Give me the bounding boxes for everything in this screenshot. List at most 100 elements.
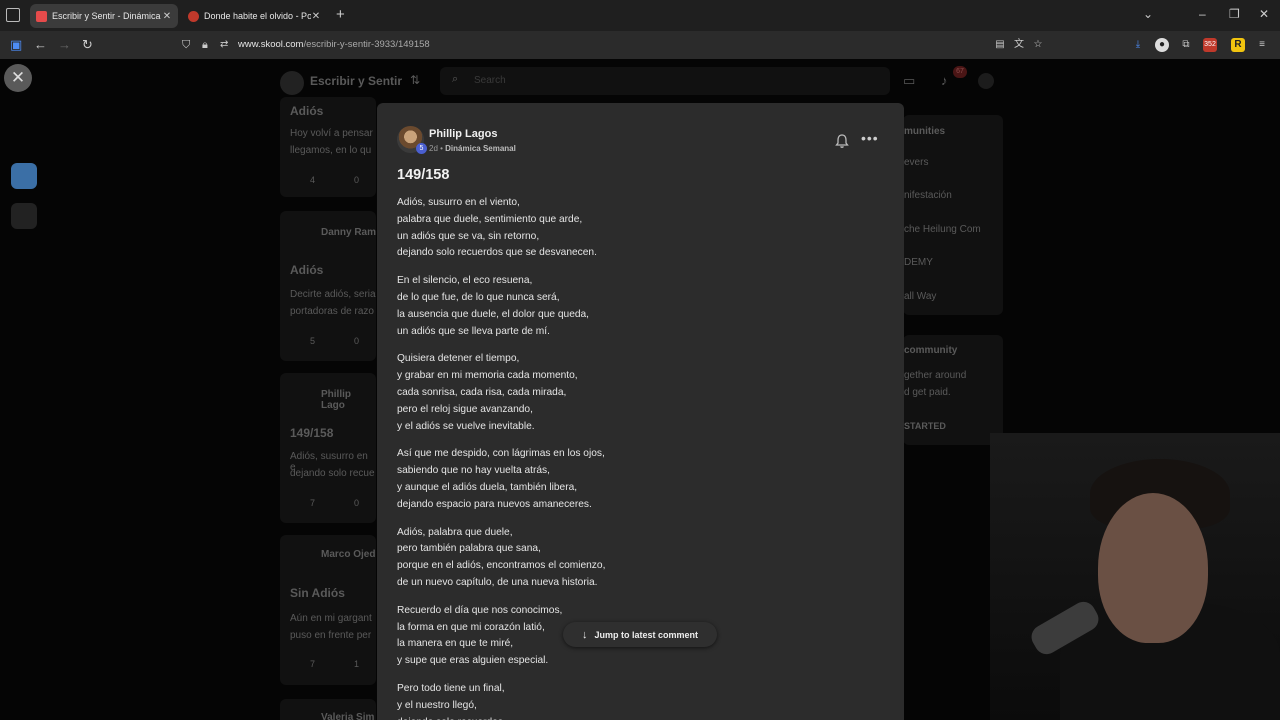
poem-line: y aunque el adiós duela, también libera, <box>397 481 578 493</box>
poem-line: Adiós, palabra que duele, <box>397 526 513 538</box>
feed-heading: Sin Adiós <box>290 586 345 600</box>
panel-text: d get paid. <box>904 387 951 398</box>
reload-icon[interactable]: ↻ <box>82 37 93 53</box>
poem-stanza: Así que me despido, con lágrimas en los … <box>397 446 697 513</box>
arrow-down-icon: ↓ <box>581 628 588 641</box>
feed-author: Danny Ram <box>321 227 377 238</box>
extensions-puzzle-icon[interactable]: ⧉ <box>1179 38 1193 52</box>
feed-heading: Adiós <box>290 104 324 118</box>
tab-donde-habite-el-olvido[interactable]: Donde habite el olvido - Poema ✕ <box>182 4 327 28</box>
sidebar-toggle-icon[interactable]: ▣ <box>10 37 22 53</box>
extension-badge-icon[interactable]: 352 <box>1203 38 1217 52</box>
reader-view-icon[interactable]: ▤ <box>993 38 1007 52</box>
more-options-icon[interactable]: ••• <box>861 130 879 146</box>
notification-bell-icon[interactable]: ♪ <box>941 73 948 88</box>
feed-author: Phillip Lago <box>321 389 351 411</box>
feed-heading: 149/158 <box>290 426 334 440</box>
poem-line: de lo que fue, de lo que nunca será, <box>397 291 560 303</box>
poem-line: dejando espacio para nuevos amaneceres. <box>397 498 592 510</box>
tab-dropdown-icon[interactable]: ⌄ <box>1143 7 1153 21</box>
poem-line: pero también palabra que sana, <box>397 543 541 555</box>
back-icon[interactable]: ← <box>34 37 47 52</box>
poem-line: sabiendo que no hay vuelta atrás, <box>397 465 550 477</box>
community-link[interactable]: evers <box>904 157 928 168</box>
webcam-overlay <box>990 433 1280 720</box>
feed-author: Marco Ojed <box>321 549 376 560</box>
community-link[interactable]: che Heilung Com <box>904 224 981 235</box>
panel-heading: community <box>904 345 958 356</box>
comment-count: 0 <box>354 336 360 346</box>
feed-excerpt: Hoy volví a pensar <box>290 128 373 139</box>
poem-line: En el silencio, el eco resuena, <box>397 275 533 287</box>
translate-icon[interactable]: 文 <box>1012 38 1026 52</box>
window-close-icon[interactable]: ✕ <box>1259 7 1269 21</box>
poem-line: cada sonrisa, cada risa, cada mirada, <box>397 386 567 398</box>
tab-list-icon[interactable] <box>6 8 20 22</box>
tab-escribir-y-sentir[interactable]: Escribir y Sentir - Dinámica Sem ✕ <box>30 4 178 28</box>
poem-line: Pero todo tiene un final, <box>397 682 505 694</box>
sidebar-thumbnail[interactable] <box>11 203 37 229</box>
feed-excerpt: puso en frente per <box>290 630 372 641</box>
r-extension-icon[interactable]: R <box>1231 38 1245 52</box>
poem-line: dejando solo recuerdos que se desvanecen… <box>397 247 597 259</box>
address-bar[interactable]: www.skool.com/escribir-y-sentir-3933/149… <box>238 39 430 50</box>
poem-line: Adiós, susurro en el viento, <box>397 197 520 208</box>
poem-stanza: Adiós, palabra que duele, pero también pa… <box>397 525 697 592</box>
url-path: /escribir-y-sentir-3933/149158 <box>303 39 430 50</box>
comment-count: 1 <box>354 659 360 669</box>
menu-icon[interactable]: ≡ <box>1255 38 1269 52</box>
poem-stanza: Adiós, susurro en el viento, palabra que … <box>397 195 697 262</box>
poem-line: de un nuevo capítulo, de una nueva histo… <box>397 576 598 588</box>
sidebar-thumbnail[interactable] <box>11 163 37 189</box>
poem-line: Recuerdo el día que nos conocimos, <box>397 604 563 616</box>
search-icon: ⌕ <box>452 73 459 85</box>
jump-button-label: Jump to latest comment <box>594 629 699 640</box>
communities-panel <box>903 115 1003 315</box>
group-switch-icon[interactable]: ⇅ <box>410 73 420 87</box>
extension-circle-icon[interactable]: ● <box>1155 38 1169 52</box>
level-badge: 5 <box>416 143 427 154</box>
poem-line: Así que me despido, con lágrimas en los … <box>397 448 605 460</box>
post-title: 149/158 <box>397 167 450 183</box>
close-sidebar-icon[interactable]: ✕ <box>4 64 32 92</box>
download-icon[interactable]: ⤓ <box>1131 38 1145 52</box>
close-tab-icon[interactable]: ✕ <box>311 11 321 22</box>
poem-stanza: En el silencio, el eco resuena, de lo que… <box>397 273 697 340</box>
tab-title: Donde habite el olvido - Poema <box>204 11 311 21</box>
notification-bell-icon[interactable] <box>835 133 849 149</box>
poem-line: Quisiera detener el tiempo, <box>397 353 520 365</box>
feed-excerpt: Aún en mi gargant <box>290 613 372 624</box>
poem-line: pero el reloj sigue avanzando, <box>397 403 533 415</box>
post-category[interactable]: Dinámica Semanal <box>445 144 516 153</box>
community-link[interactable]: DEMY <box>904 257 933 268</box>
lock-icon[interactable]: 🔒︎ <box>202 39 208 52</box>
post-author[interactable]: Phillip Lagos <box>429 128 497 140</box>
rose-favicon-icon <box>188 10 199 22</box>
tab-title: Escribir y Sentir - Dinámica Sem <box>52 11 162 21</box>
post-time: 2d <box>429 144 438 153</box>
new-tab-icon[interactable]: + <box>336 6 345 23</box>
poem-stanza: Pero todo tiene un final, y el nuestro ll… <box>397 681 697 720</box>
poem-line: palabra que duele, sentimiento que arde, <box>397 213 583 225</box>
chat-icon[interactable]: ▭ <box>903 73 915 89</box>
bookmark-star-icon[interactable]: ☆ <box>1031 38 1045 52</box>
community-link[interactable]: all Way <box>904 291 936 302</box>
get-started-link[interactable]: STARTED <box>904 421 946 431</box>
minimize-icon[interactable]: – <box>1199 7 1206 21</box>
user-avatar[interactable] <box>978 73 994 89</box>
close-tab-icon[interactable]: ✕ <box>162 11 172 22</box>
poem-line: porque en el adiós, encontramos el comie… <box>397 560 606 572</box>
community-link[interactable]: nifestación <box>904 190 952 201</box>
poem-line: un adiós que se lleva parte de mí. <box>397 325 550 337</box>
poem-line: y supe que eras alguien especial. <box>397 655 549 667</box>
browser-tab-bar: Escribir y Sentir - Dinámica Sem ✕ Donde… <box>0 0 1280 31</box>
restore-icon[interactable]: ❐ <box>1229 7 1240 21</box>
page-content: ✕ Escribir y Sentir ⇅ ⌕ Search ▭ ♪ 67 Ad… <box>0 59 1280 720</box>
forward-icon[interactable]: → <box>58 37 71 52</box>
like-count: 7 <box>310 498 316 508</box>
jump-to-latest-comment-button[interactable]: ↓ Jump to latest comment <box>563 622 717 647</box>
comment-count: 0 <box>354 175 360 185</box>
permissions-icon[interactable]: ⇄ <box>220 39 228 50</box>
shield-icon[interactable]: ⛉ <box>182 39 190 52</box>
search-bar[interactable] <box>440 67 890 95</box>
